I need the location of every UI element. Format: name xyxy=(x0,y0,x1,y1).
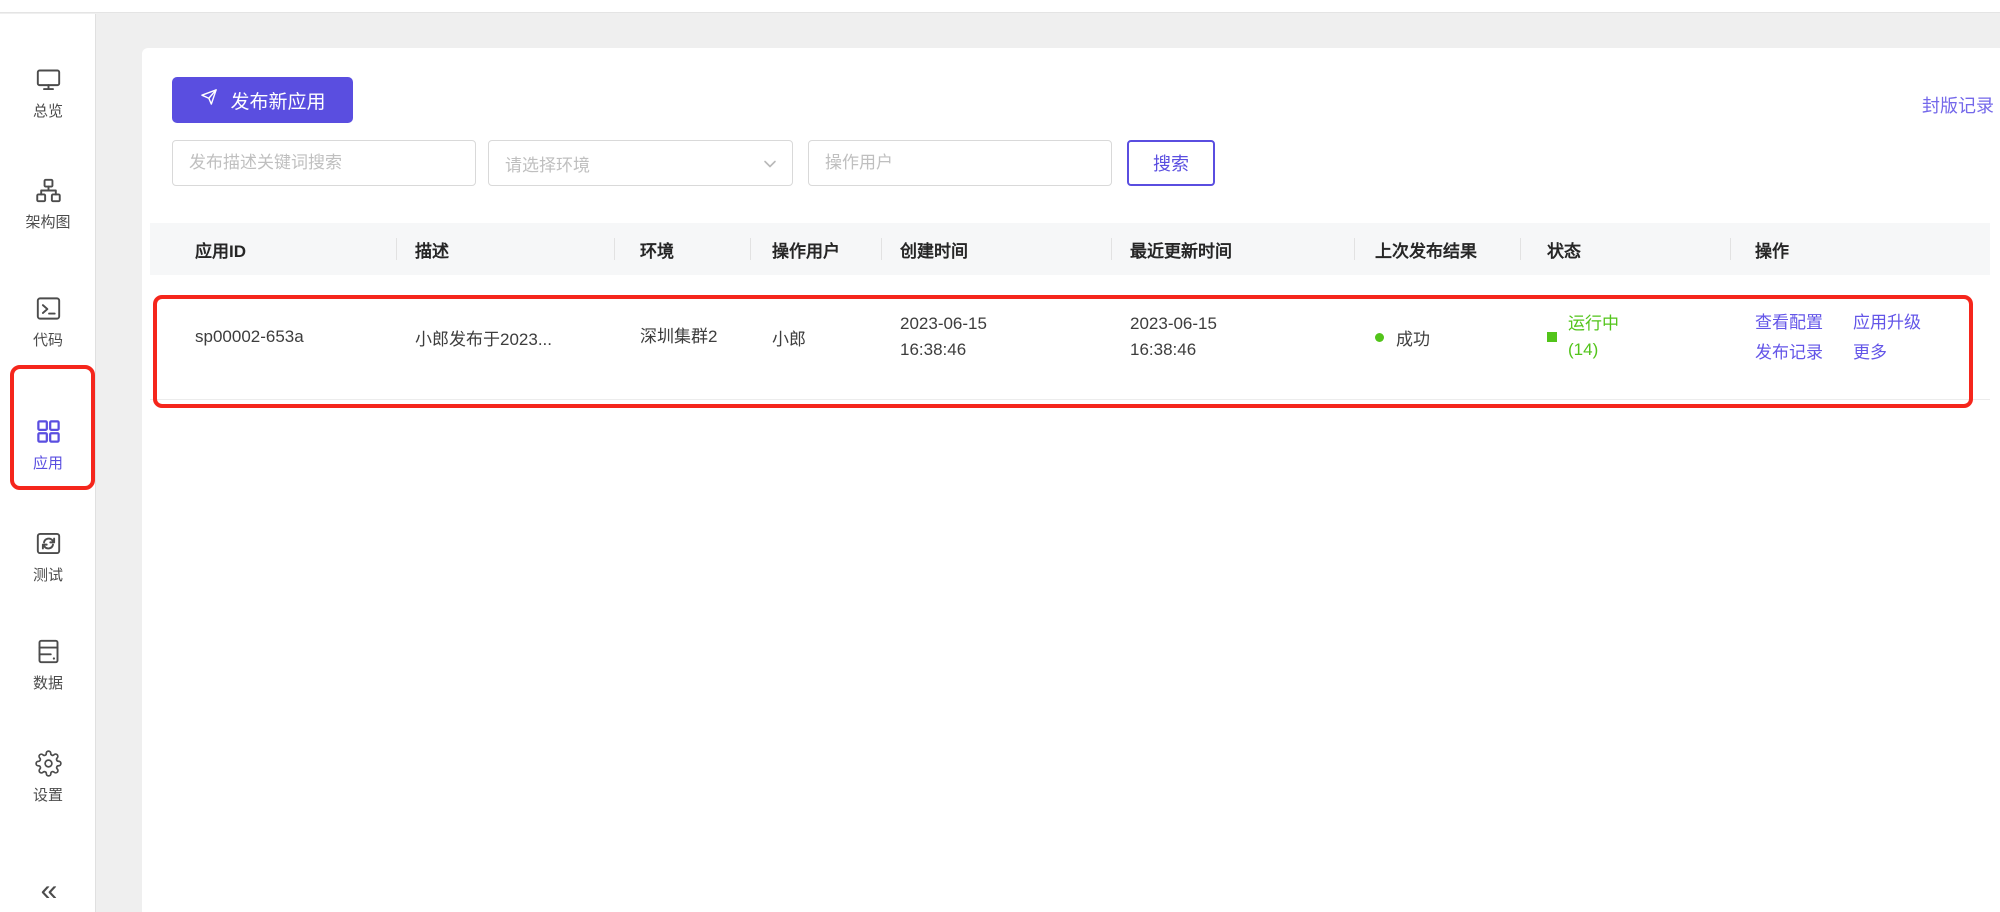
column-header-last-result: 上次发布结果 xyxy=(1355,223,1521,275)
publish-button-label: 发布新应用 xyxy=(230,87,325,114)
cell-updated-time: 2023-06-15 16:38:46 xyxy=(1112,311,1355,364)
sidebar-item-label: 数据 xyxy=(33,676,63,691)
sidebar-item-label: 测试 xyxy=(33,568,63,583)
sidebar-item-code[interactable]: 代码 xyxy=(0,295,96,348)
sidebar-item-label: 架构图 xyxy=(25,215,70,230)
publish-new-app-button[interactable]: 发布新应用 xyxy=(172,77,353,123)
monitor-icon xyxy=(35,66,62,98)
column-header-created-time: 创建时间 xyxy=(882,223,1112,275)
top-bar xyxy=(0,0,2000,13)
sidebar-item-label: 代码 xyxy=(33,333,63,348)
cell-status: 运行中 (14) xyxy=(1521,311,1731,364)
column-header-environment: 环境 xyxy=(615,223,751,275)
cell-environment: 深圳集群2 xyxy=(615,324,751,350)
main-panel: 发布新应用 封版记录 请选择环境 搜索 应用ID 描述 环境 操作用户 创建时间… xyxy=(142,48,2000,912)
seal-record-link[interactable]: 封版记录 xyxy=(1922,92,1994,118)
search-button[interactable]: 搜索 xyxy=(1127,140,1215,186)
sidebar-item-settings[interactable]: 设置 xyxy=(0,750,96,803)
send-icon xyxy=(199,87,219,113)
more-link[interactable]: 更多 xyxy=(1853,344,1887,361)
table-header-row: 应用ID 描述 环境 操作用户 创建时间 最近更新时间 上次发布结果 状态 操作 xyxy=(150,223,1990,275)
sitemap-icon xyxy=(35,177,62,209)
sidebar-item-data[interactable]: 数据 xyxy=(0,638,96,691)
cell-operator: 小郎 xyxy=(751,325,882,350)
success-dot-icon xyxy=(1375,333,1384,342)
grid-icon xyxy=(35,418,62,450)
table-row: sp00002-653a 小郎发布于2023... 深圳集群2 小郎 2023-… xyxy=(150,275,1990,400)
operator-user-input[interactable] xyxy=(808,140,1112,186)
view-config-link[interactable]: 查看配置 xyxy=(1755,314,1823,331)
gear-icon xyxy=(35,750,62,782)
app-upgrade-link[interactable]: 应用升级 xyxy=(1853,314,1921,331)
database-icon xyxy=(35,638,62,670)
sidebar-collapse-button[interactable]: « xyxy=(0,876,96,906)
sidebar-item-applications[interactable]: 应用 xyxy=(0,418,96,471)
running-square-icon xyxy=(1547,332,1557,342)
column-header-operator: 操作用户 xyxy=(751,223,882,275)
column-header-description: 描述 xyxy=(397,223,615,275)
sidebar-item-test[interactable]: 测试 xyxy=(0,530,96,583)
refresh-icon xyxy=(35,530,62,562)
sidebar-item-label: 总览 xyxy=(33,104,63,119)
terminal-icon xyxy=(35,295,62,327)
column-header-actions: 操作 xyxy=(1731,223,1990,275)
environment-select[interactable]: 请选择环境 xyxy=(488,140,793,186)
environment-select-placeholder: 请选择环境 xyxy=(505,151,590,176)
filter-bar: 请选择环境 搜索 xyxy=(172,140,1215,186)
column-header-app-id: 应用ID xyxy=(150,223,397,275)
cell-app-id: sp00002-653a xyxy=(150,327,397,347)
cell-description: 小郎发布于2023... xyxy=(397,325,615,350)
publish-record-link[interactable]: 发布记录 xyxy=(1755,344,1823,361)
last-result-text: 成功 xyxy=(1396,325,1430,350)
cell-last-result: 成功 xyxy=(1355,325,1521,350)
applications-table: 应用ID 描述 环境 操作用户 创建时间 最近更新时间 上次发布结果 状态 操作… xyxy=(150,223,1990,400)
status-count: (14) xyxy=(1568,337,1619,363)
keyword-search-input[interactable] xyxy=(172,140,476,186)
sidebar: 总览 架构图 代码 应用 测试 数据 设置 « xyxy=(0,14,96,912)
sidebar-item-architecture[interactable]: 架构图 xyxy=(0,177,96,230)
column-header-status: 状态 xyxy=(1521,223,1731,275)
status-text: 运行中 xyxy=(1568,311,1619,337)
sidebar-item-label: 设置 xyxy=(33,788,63,803)
sidebar-item-label: 应用 xyxy=(33,456,63,471)
sidebar-item-overview[interactable]: 总览 xyxy=(0,66,96,119)
collapse-icon: « xyxy=(41,874,56,907)
cell-created-time: 2023-06-15 16:38:46 xyxy=(882,311,1112,364)
chevron-down-icon xyxy=(762,156,778,172)
cell-actions: 查看配置 应用升级 发布记录 更多 xyxy=(1731,314,1990,361)
column-header-updated-time: 最近更新时间 xyxy=(1112,223,1355,275)
